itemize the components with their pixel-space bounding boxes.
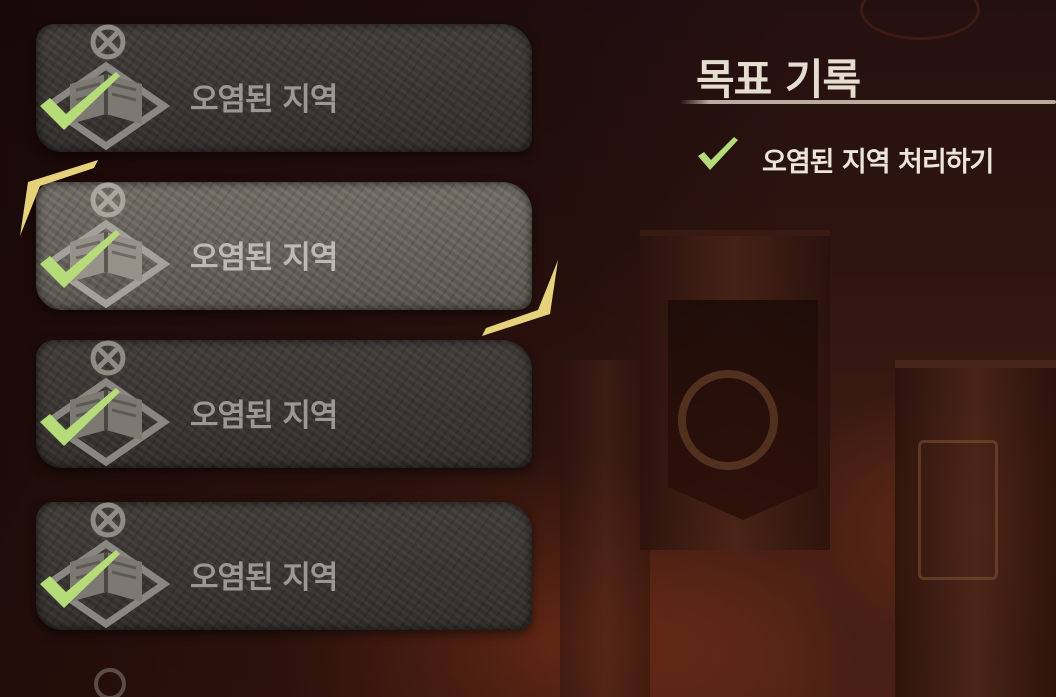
checkmark-icon — [40, 550, 120, 608]
quest-title: 오염된 지역 — [190, 82, 338, 118]
pillar-glyph — [918, 440, 998, 580]
quest-card[interactable]: 오염된 지역 — [36, 24, 532, 152]
ceiling-ornament — [860, 0, 980, 40]
objective-text: 오염된 지역 처리하기 — [762, 147, 994, 178]
heading-divider — [680, 100, 1056, 104]
quest-title: 오염된 지역 — [190, 398, 338, 434]
checkmark-icon — [40, 388, 120, 446]
quest-list: 오염된 지역 오염된 지역 오염된 지역 오염된 지역 — [0, 0, 580, 697]
checkmark-icon — [698, 137, 738, 170]
crossed-circle-icon — [94, 668, 126, 697]
objective-item: 오염된 지역 처리하기 — [696, 136, 1056, 180]
quest-card[interactable]: 오염된 지역 — [36, 502, 532, 630]
quest-title: 오염된 지역 — [190, 240, 338, 276]
quest-card-selected[interactable]: 오염된 지역 — [36, 182, 532, 310]
selection-bracket-top-left — [20, 160, 98, 236]
checkmark-icon — [40, 72, 120, 130]
selection-bracket-bottom-right — [482, 260, 558, 336]
objectives-heading: 목표 기록 — [696, 55, 861, 104]
checkmark-icon — [40, 230, 120, 288]
quest-title: 오염된 지역 — [190, 560, 338, 596]
banner-emblem — [678, 370, 778, 470]
objectives-panel: 목표 기록 오염된 지역 처리하기 — [680, 40, 1056, 210]
quest-card[interactable]: 오염된 지역 — [36, 340, 532, 468]
